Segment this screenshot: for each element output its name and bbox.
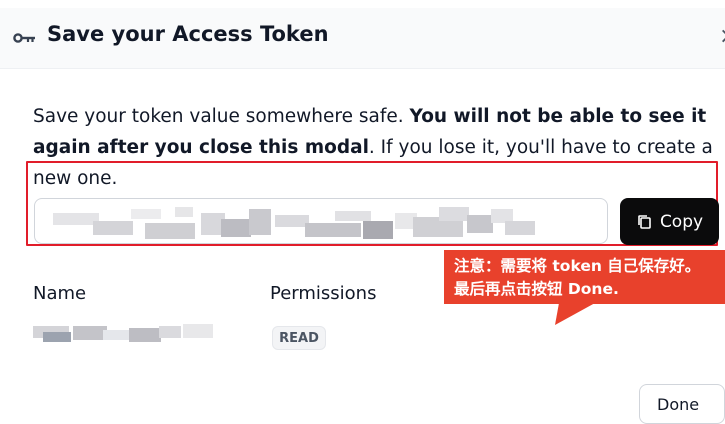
done-button-label: Done: [657, 395, 700, 414]
callout-line-1: 注意：需要将 token 自己保存好。: [454, 257, 701, 275]
permission-badge: READ: [272, 326, 326, 350]
key-icon: [13, 33, 35, 43]
modal-header: Save your Access Token ×: [0, 8, 725, 69]
close-icon[interactable]: ×: [719, 24, 725, 49]
copy-button-label: Copy: [659, 211, 704, 232]
done-button[interactable]: Done: [639, 384, 725, 424]
name-column-header: Name: [33, 283, 87, 304]
callout-line-2: 最后再点击按钮 Done.: [454, 280, 619, 298]
callout-pointer: [555, 303, 595, 325]
warning-text-start: Save your token value somewhere safe.: [33, 106, 410, 127]
annotation-callout: 注意：需要将 token 自己保存好。 最后再点击按钮 Done.: [444, 250, 725, 304]
modal-title: Save your Access Token: [47, 22, 329, 46]
blurred-token-name: [33, 324, 213, 342]
token-highlight-box: [26, 161, 718, 246]
copy-button[interactable]: Copy: [620, 198, 719, 245]
permissions-column-header: Permissions: [270, 283, 377, 304]
copy-icon: [638, 214, 651, 229]
